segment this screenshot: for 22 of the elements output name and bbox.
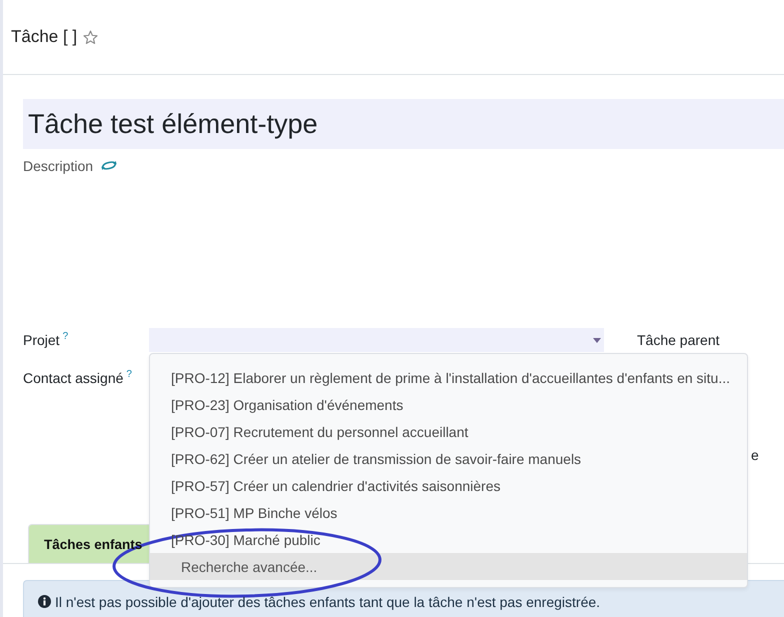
caret-icon — [593, 338, 601, 342]
task-name-field[interactable]: Tâche test élément-type — [23, 99, 784, 149]
field-label: e — [751, 446, 759, 465]
project-option[interactable]: [PRO-51] MP Binche vélos — [150, 499, 747, 526]
alert-message: Il n'est pas possible d'ajouter des tâches enfants tant que la tâche n'est pas enregistrée. — [55, 594, 600, 610]
project-option[interactable]: [PRO-62] Créer un atelier de transmission de savoir-faire manuels — [150, 445, 747, 472]
description-label: Description — [23, 158, 94, 174]
star-icon[interactable] — [83, 30, 98, 44]
help-marker[interactable]: ? — [62, 331, 68, 342]
help-marker[interactable]: ? — [126, 369, 132, 380]
project-option[interactable]: [PRO-23] Organisation d'événements — [150, 391, 747, 418]
field-label: Tâche parent — [637, 331, 720, 350]
field-label: Projet $^{?}$ — [23, 330, 68, 350]
ring-arrow-icon[interactable] — [101, 160, 118, 171]
page-title: Tâche [ ] — [11, 27, 78, 47]
field-label: Contact assigné $^{?}$ — [23, 368, 132, 388]
project-select-field[interactable] — [149, 328, 604, 352]
advanced-search-option[interactable]: Recherche avancée... — [150, 553, 747, 580]
info-icon — [38, 595, 51, 608]
project-option[interactable]: [PRO-12] Elaborer un règlement de prime à l'installation d'accueillantes d'enfants en situ... — [150, 364, 747, 391]
project-option[interactable]: [PRO-57] Créer un calendrier d'activités saisonnières — [150, 472, 747, 499]
project-option[interactable]: [PRO-07] Recrutement du personnel accueillant — [150, 418, 747, 445]
